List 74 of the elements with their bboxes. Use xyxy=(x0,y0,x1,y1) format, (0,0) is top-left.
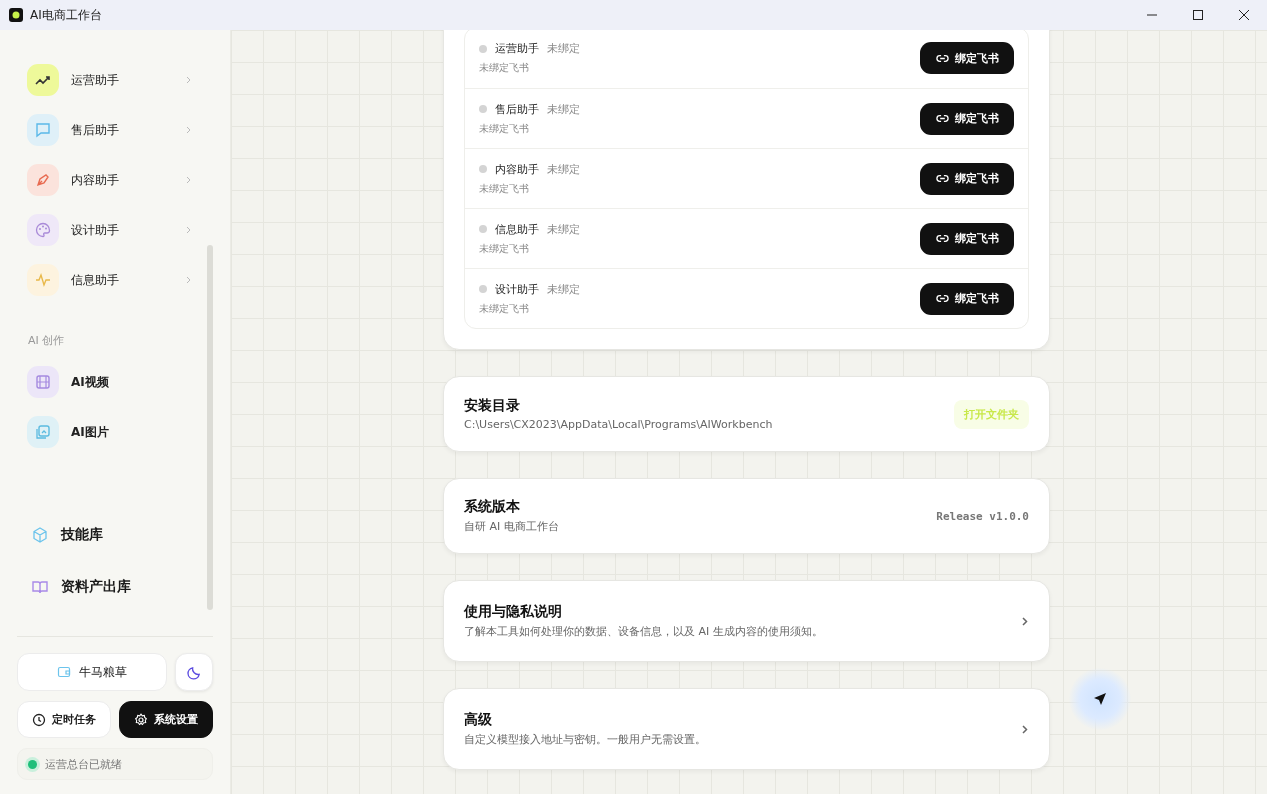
sidebar-item[interactable]: 运营助手 xyxy=(17,55,202,105)
clock-icon xyxy=(32,712,46,727)
binding-status: 未绑定 xyxy=(547,281,580,297)
scrollbar[interactable] xyxy=(207,245,213,610)
chevron-icon xyxy=(184,176,192,184)
card-subtitle: 了解本工具如何处理你的数据、设备信息，以及 AI 生成内容的使用须知。 xyxy=(464,624,824,639)
sidebar-item[interactable]: 设计助手 xyxy=(17,205,202,255)
book-icon xyxy=(31,578,49,596)
moon-icon xyxy=(186,664,202,680)
section-label: AI 创作 xyxy=(27,333,66,349)
card-title: 系统版本 xyxy=(464,498,521,516)
sidebar-item[interactable]: 内容助手 xyxy=(17,155,202,205)
binding-status: 未绑定 xyxy=(547,221,580,237)
status-text: 运营总台已就绪 xyxy=(45,756,122,772)
sidebar-item[interactable]: 信息助手 xyxy=(17,255,202,305)
app-logo-icon xyxy=(9,8,23,22)
bind-button[interactable]: 绑定飞书 xyxy=(920,42,1014,74)
link-icon xyxy=(935,172,949,185)
binding-status: 未绑定 xyxy=(547,161,580,177)
palette-icon xyxy=(35,222,51,238)
bind-button[interactable]: 绑定飞书 xyxy=(920,162,1014,195)
chevron-icon xyxy=(1020,724,1029,734)
sidebar-item[interactable]: 售后助手 xyxy=(17,105,202,155)
assistant-name: 信息助手 xyxy=(495,221,539,237)
assistant-name: 设计助手 xyxy=(495,281,539,297)
chevron-icon xyxy=(184,126,192,134)
wallet-icon xyxy=(57,665,71,679)
card-title: 高级 xyxy=(464,711,493,729)
link-icon xyxy=(935,232,949,245)
binding-detail: 未绑定飞书 xyxy=(479,61,530,75)
theme-button[interactable] xyxy=(175,653,213,691)
chevron-icon xyxy=(184,76,192,84)
nav-button[interactable]: 系统设置 xyxy=(119,701,213,738)
supplies-button[interactable]: 牛马粮草 xyxy=(17,653,167,691)
image-icon xyxy=(35,424,51,440)
assistant-name: 内容助手 xyxy=(495,161,539,177)
assistant-name: 售后助手 xyxy=(495,101,539,117)
link-icon xyxy=(935,292,949,305)
pen-icon xyxy=(35,172,51,188)
chat-icon xyxy=(35,122,51,138)
chevron-icon xyxy=(184,276,192,284)
nav-button[interactable]: 定时任务 xyxy=(17,701,111,738)
settings-card[interactable]: 使用与隐私说明 了解本工具如何处理你的数据、设备信息，以及 AI 生成内容的使用须知。 xyxy=(443,580,1050,662)
bind-button[interactable]: 绑定飞书 xyxy=(920,282,1014,315)
binding-detail: 未绑定飞书 xyxy=(479,121,530,136)
bind-button[interactable]: 绑定飞书 xyxy=(920,222,1014,255)
library-item[interactable]: 技能库 xyxy=(17,515,202,555)
binding-detail: 未绑定飞书 xyxy=(479,241,530,256)
sidebar-item[interactable]: AI图片 xyxy=(17,407,202,457)
assistant-name: 运营助手 xyxy=(495,41,539,56)
card-subtitle: 自研 AI 电商工作台 xyxy=(464,519,560,534)
gear-icon xyxy=(134,712,148,727)
chevron-icon xyxy=(184,226,192,234)
card-subtitle: C:\Users\CX2023\AppData\Local\Programs\AIWorkbench xyxy=(464,418,774,431)
film-icon xyxy=(35,374,51,390)
maximize-icon xyxy=(1192,9,1204,21)
card-subtitle: 自定义模型接入地址与密钥。一般用户无需设置。 xyxy=(464,732,707,747)
bind-button[interactable]: 绑定飞书 xyxy=(920,102,1014,135)
binding-detail: 未绑定飞书 xyxy=(479,301,530,316)
settings-card[interactable]: 高级 自定义模型接入地址与密钥。一般用户无需设置。 xyxy=(443,688,1050,770)
card-title: 安装目录 xyxy=(464,397,521,415)
link-icon xyxy=(935,112,949,125)
binding-status: 未绑定 xyxy=(547,101,580,117)
chevron-icon xyxy=(1020,616,1029,626)
card-title: 使用与隐私说明 xyxy=(464,603,563,621)
version-text: Release v1.0.0 xyxy=(936,509,1029,523)
binding-detail: 未绑定飞书 xyxy=(479,181,530,196)
cube-icon xyxy=(31,526,49,544)
binding-status: 未绑定 xyxy=(547,41,580,56)
library-item[interactable]: 资料产出库 xyxy=(17,567,202,607)
close-icon xyxy=(1238,9,1250,21)
window-title: AI电商工作台 xyxy=(30,6,102,24)
sidebar-item[interactable]: AI视频 xyxy=(17,357,202,407)
pulse-icon xyxy=(35,272,51,288)
